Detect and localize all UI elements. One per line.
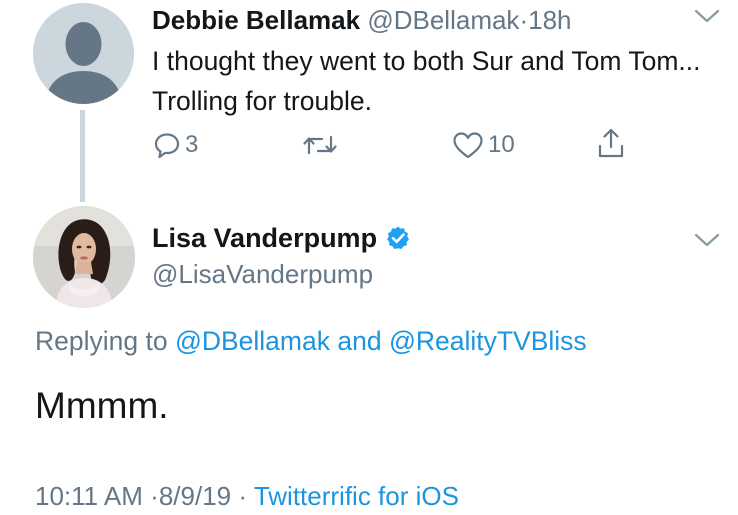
separator-dot: · (150, 481, 159, 511)
retweet-icon (303, 135, 337, 155)
mention-link[interactable]: @DBellamak (175, 326, 330, 356)
mention-link[interactable]: @RealityTVBliss (389, 326, 587, 356)
heart-icon (453, 132, 483, 159)
chevron-down-icon[interactable] (694, 232, 720, 248)
retweet-button[interactable] (302, 128, 342, 162)
replying-to: Replying to @DBellamak and @RealityTVBli… (35, 323, 587, 359)
tweet-age[interactable]: 18h (528, 5, 571, 35)
share-button[interactable] (596, 126, 626, 160)
replying-prefix: Replying to (35, 326, 168, 356)
reply-icon (154, 133, 180, 159)
reply-button[interactable]: 3 (153, 128, 198, 162)
separator-dot: · (238, 481, 248, 511)
default-avatar-icon (33, 3, 134, 104)
tweet-meta: 10:11 AM ·8/9/19 · Twitterrific for iOS (35, 478, 459, 514)
verified-badge-icon (387, 226, 410, 249)
author-name-row: Lisa Vanderpump (152, 222, 411, 254)
display-name[interactable]: Lisa Vanderpump (152, 222, 377, 254)
user-handle[interactable]: @LisaVanderpump (152, 258, 373, 290)
thread-line (80, 110, 85, 202)
tweet-date: 8/9/19 (158, 481, 232, 511)
avatar-default[interactable] (33, 3, 134, 104)
tweet-header: Debbie Bellamak @DBellamak·18h (152, 5, 572, 35)
tweet-time: 10:11 AM (35, 481, 143, 511)
profile-photo-icon (33, 206, 135, 308)
like-button[interactable]: 10 (452, 128, 515, 162)
user-handle[interactable]: @DBellamak (367, 5, 519, 35)
tweet-text: Mmmm. (35, 385, 169, 426)
separator-dot: · (519, 5, 529, 35)
chevron-down-icon[interactable] (694, 8, 720, 24)
display-name[interactable]: Debbie Bellamak (152, 5, 360, 35)
source-link[interactable]: Twitterrific for iOS (254, 481, 459, 511)
avatar[interactable] (33, 206, 135, 308)
share-icon (598, 128, 624, 158)
reply-count: 3 (185, 131, 199, 158)
tweet-text: I thought they went to both Sur and Tom … (152, 46, 701, 116)
replying-and[interactable]: and (337, 326, 381, 356)
like-count: 10 (488, 131, 515, 158)
